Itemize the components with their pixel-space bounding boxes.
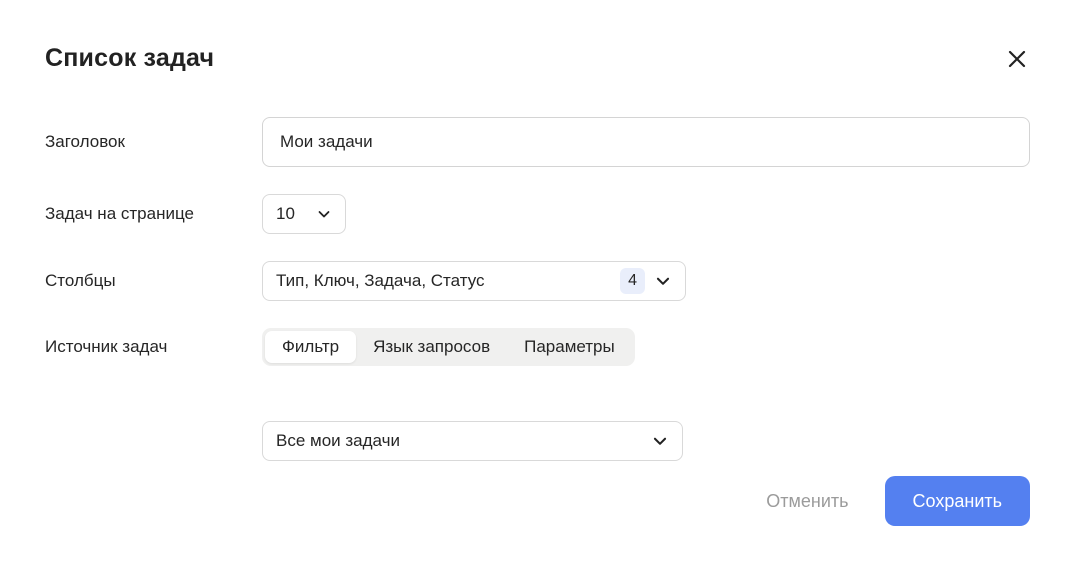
tab-query-language[interactable]: Язык запросов bbox=[356, 331, 507, 363]
tab-parameters[interactable]: Параметры bbox=[507, 331, 632, 363]
columns-count-badge: 4 bbox=[620, 268, 645, 293]
columns-value: Тип, Ключ, Задача, Статус bbox=[276, 271, 485, 291]
task-source-tabs: Фильтр Язык запросов Параметры bbox=[262, 328, 635, 366]
dialog-header: Список задач bbox=[45, 44, 1030, 73]
row-columns: Столбцы Тип, Ключ, Задача, Статус 4 bbox=[45, 261, 1030, 301]
tab-filter[interactable]: Фильтр bbox=[265, 331, 356, 363]
row-title: Заголовок bbox=[45, 117, 1030, 167]
columns-label: Столбцы bbox=[45, 271, 262, 291]
columns-select[interactable]: Тип, Ключ, Задача, Статус 4 bbox=[262, 261, 686, 301]
dialog-title: Список задач bbox=[45, 44, 214, 73]
chevron-down-icon bbox=[654, 272, 672, 290]
title-label: Заголовок bbox=[45, 132, 262, 152]
dialog-footer: Отменить Сохранить bbox=[45, 476, 1030, 526]
per-page-label: Задач на странице bbox=[45, 204, 262, 224]
per-page-select[interactable]: 10 bbox=[262, 194, 346, 234]
task-list-settings-dialog: Список задач Заголовок Задач на странице… bbox=[0, 0, 1073, 572]
title-input[interactable] bbox=[262, 117, 1030, 167]
row-task-source: Источник задач Фильтр Язык запросов Пара… bbox=[45, 328, 1030, 366]
per-page-value: 10 bbox=[276, 204, 295, 224]
chevron-down-icon bbox=[651, 432, 669, 450]
cancel-button[interactable]: Отменить bbox=[756, 483, 858, 520]
save-button[interactable]: Сохранить bbox=[885, 476, 1030, 526]
row-filter-select: Все мои задачи bbox=[262, 421, 1030, 461]
row-per-page: Задач на странице 10 bbox=[45, 194, 1030, 234]
close-button[interactable] bbox=[1004, 46, 1030, 72]
filter-select[interactable]: Все мои задачи bbox=[262, 421, 683, 461]
filter-select-value: Все мои задачи bbox=[276, 431, 400, 451]
chevron-down-icon bbox=[316, 206, 332, 222]
task-source-label: Источник задач bbox=[45, 337, 262, 357]
close-icon bbox=[1006, 58, 1028, 73]
